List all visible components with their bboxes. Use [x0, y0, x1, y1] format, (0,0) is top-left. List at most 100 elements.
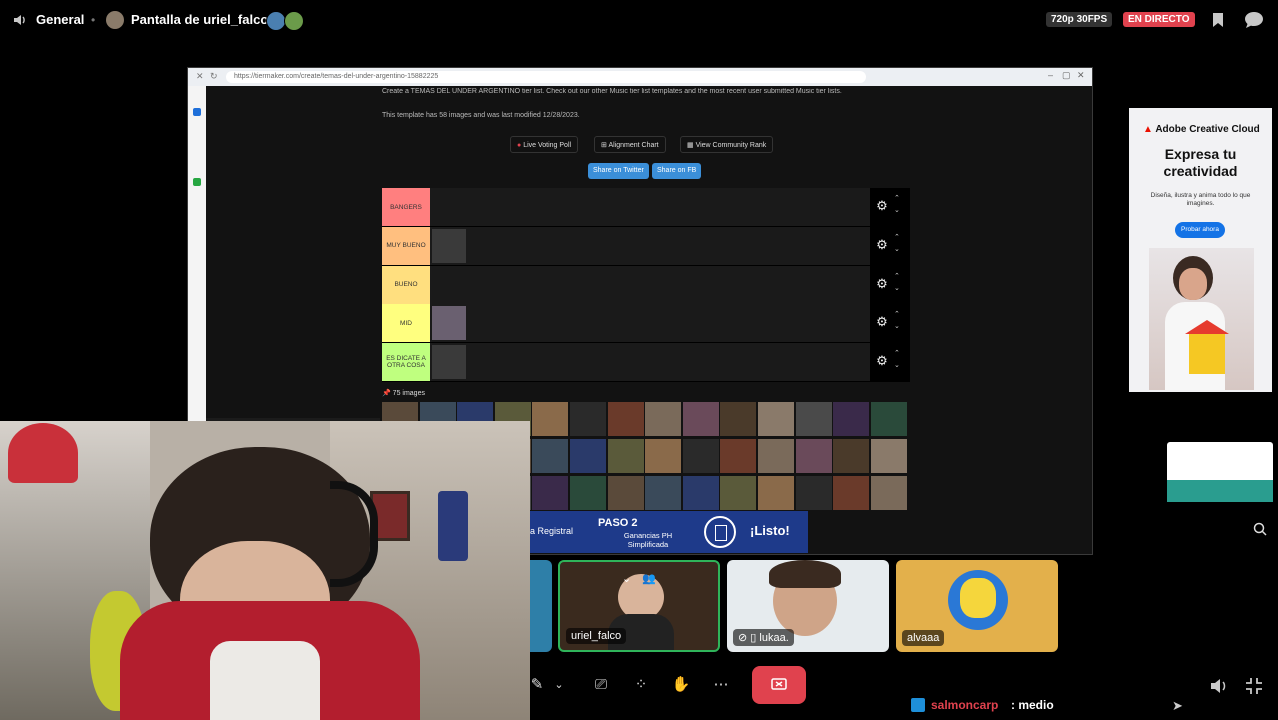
pool-image[interactable]: [758, 476, 794, 510]
tier-label[interactable]: BUENO: [382, 265, 430, 304]
participant-name: uriel_falco: [566, 628, 627, 644]
chat-icon[interactable]: [1244, 11, 1264, 29]
participant-tile[interactable]: ⌄ 👥 uriel_falco: [558, 560, 720, 652]
popup-preview[interactable]: [1167, 442, 1273, 502]
pool-image[interactable]: [682, 439, 719, 473]
soundboard-icon[interactable]: ✋: [668, 672, 694, 698]
chevron-down-icon[interactable]: ⌄: [894, 361, 900, 370]
pool-image[interactable]: [645, 476, 682, 510]
pool-image[interactable]: [570, 476, 606, 510]
chevron-up-icon[interactable]: ⌃: [894, 233, 900, 242]
screen-share-icon[interactable]: ⎚: [588, 672, 614, 698]
zoom-icon[interactable]: [1253, 522, 1267, 536]
gear-icon[interactable]: ⚙: [874, 353, 890, 369]
pool-image[interactable]: [682, 402, 719, 436]
tier-label[interactable]: MID: [382, 304, 430, 343]
tier-label[interactable]: ES DICATE A OTRA COSA: [382, 343, 430, 382]
stream-top-bar: General • Pantalla de uriel_falco 720p 3…: [0, 0, 1278, 40]
document-icon: [704, 516, 736, 548]
sidebar-app-icon[interactable]: [193, 178, 201, 186]
pool-image[interactable]: [570, 402, 606, 436]
gear-icon[interactable]: ⚙: [874, 314, 890, 330]
activity-user[interactable]: salmoncarp: [931, 698, 998, 712]
tier-label[interactable]: BANGERS: [382, 188, 430, 226]
chevron-up-icon[interactable]: ⌃: [894, 194, 900, 203]
chevron-down-icon[interactable]: ⌄: [622, 572, 631, 585]
leave-call-button[interactable]: [752, 666, 806, 704]
pool-image[interactable]: [833, 439, 870, 473]
share-twitter-button[interactable]: Share on Twitter: [588, 163, 649, 179]
tier-image[interactable]: [432, 345, 466, 380]
share-fb-button[interactable]: Share on FB: [652, 163, 702, 179]
pool-image[interactable]: [795, 476, 832, 510]
chevron-down-icon[interactable]: ⌄: [894, 322, 900, 331]
speaker-icon[interactable]: [12, 12, 28, 28]
chevron-down-icon[interactable]: ⌄: [894, 245, 900, 254]
pool-image[interactable]: [720, 439, 757, 473]
pool-image[interactable]: [532, 476, 569, 510]
pool-image[interactable]: [795, 402, 832, 436]
gear-icon[interactable]: ⚙: [874, 276, 890, 292]
pool-image[interactable]: [720, 476, 757, 510]
pool-image[interactable]: [833, 402, 870, 436]
more-options-icon[interactable]: ⋯: [708, 672, 734, 698]
tier-label[interactable]: MUY BUENO: [382, 226, 430, 265]
pool-image[interactable]: [607, 402, 644, 436]
pool-image[interactable]: [607, 476, 644, 510]
community-rank-button[interactable]: ▦ View Community Rank: [680, 136, 774, 153]
tier-row[interactable]: BUENO ⚙ ⌃ ⌄: [382, 265, 910, 305]
chevron-down-icon[interactable]: ⌄: [894, 284, 900, 293]
promo-banner[interactable]: a Registral PASO 2 Ganancias PH Simplifi…: [530, 511, 808, 553]
activities-icon[interactable]: ⁘: [628, 672, 654, 698]
pool-image[interactable]: [833, 476, 870, 510]
pool-image[interactable]: [870, 439, 907, 473]
participant-tile[interactable]: alvaaa: [896, 560, 1058, 652]
pool-image[interactable]: [645, 402, 682, 436]
chevron-up-icon[interactable]: ⌃: [894, 349, 900, 358]
pool-image[interactable]: [570, 439, 606, 473]
alignment-chart-button[interactable]: ⊞ Alignment Chart: [594, 136, 666, 153]
chevron-up-icon[interactable]: ⌃: [894, 272, 900, 281]
pool-image[interactable]: [682, 476, 719, 510]
tier-image[interactable]: [432, 228, 466, 263]
ad-image: [1149, 248, 1254, 390]
tier-image[interactable]: [432, 306, 466, 341]
live-voting-button[interactable]: ● Live Voting Poll: [510, 136, 579, 153]
viewer-avatar[interactable]: [284, 11, 304, 31]
volume-icon[interactable]: [1209, 677, 1229, 695]
minimize-icon[interactable]: –: [1048, 70, 1053, 80]
chevron-down-icon[interactable]: ⌄: [894, 206, 900, 215]
viewer-avatar[interactable]: [266, 11, 286, 31]
participant-tile[interactable]: ⊘ ▯ lukaa.: [727, 560, 889, 652]
sidebar-app-icon[interactable]: [193, 108, 201, 116]
bookmark-icon[interactable]: [1211, 12, 1225, 28]
gear-icon[interactable]: ⚙: [874, 198, 890, 214]
channel-name[interactable]: General: [36, 12, 84, 27]
chevron-up-icon[interactable]: ⌃: [894, 310, 900, 319]
pool-image[interactable]: [645, 439, 682, 473]
address-bar[interactable]: https://tiermaker.com/create/temas-del-u…: [226, 71, 866, 83]
close-tab-icon[interactable]: ✕: [196, 71, 204, 82]
maximize-icon[interactable]: ▢: [1062, 70, 1071, 81]
pool-image[interactable]: [532, 402, 569, 436]
tier-controls: ⚙ ⌃ ⌄: [870, 188, 910, 226]
pool-image[interactable]: [795, 439, 832, 473]
pool-image[interactable]: [870, 402, 907, 436]
ad-cta-button[interactable]: Probar ahora: [1175, 222, 1225, 238]
pool-image[interactable]: [720, 402, 757, 436]
fullscreen-exit-icon[interactable]: [1245, 677, 1263, 695]
pool-image[interactable]: [870, 476, 907, 510]
pool-image[interactable]: [758, 439, 794, 473]
reload-icon[interactable]: ↻: [210, 71, 218, 82]
pool-image[interactable]: [607, 439, 644, 473]
chevron-down-icon[interactable]: ⌄: [546, 672, 572, 698]
tier-row[interactable]: BANGERS ⚙ ⌃ ⌄: [382, 188, 910, 227]
close-window-icon[interactable]: ✕: [1077, 70, 1085, 81]
pool-image[interactable]: [758, 402, 794, 436]
tier-controls: ⚙ ⌃ ⌄: [870, 226, 910, 265]
gear-icon[interactable]: ⚙: [874, 237, 890, 253]
pool-image[interactable]: [532, 439, 569, 473]
adobe-ad[interactable]: ▲ Adobe Creative Cloud Expresa tu creati…: [1129, 108, 1272, 392]
participant-tile-partial[interactable]: [530, 560, 552, 652]
users-icon[interactable]: 👥: [642, 572, 656, 585]
